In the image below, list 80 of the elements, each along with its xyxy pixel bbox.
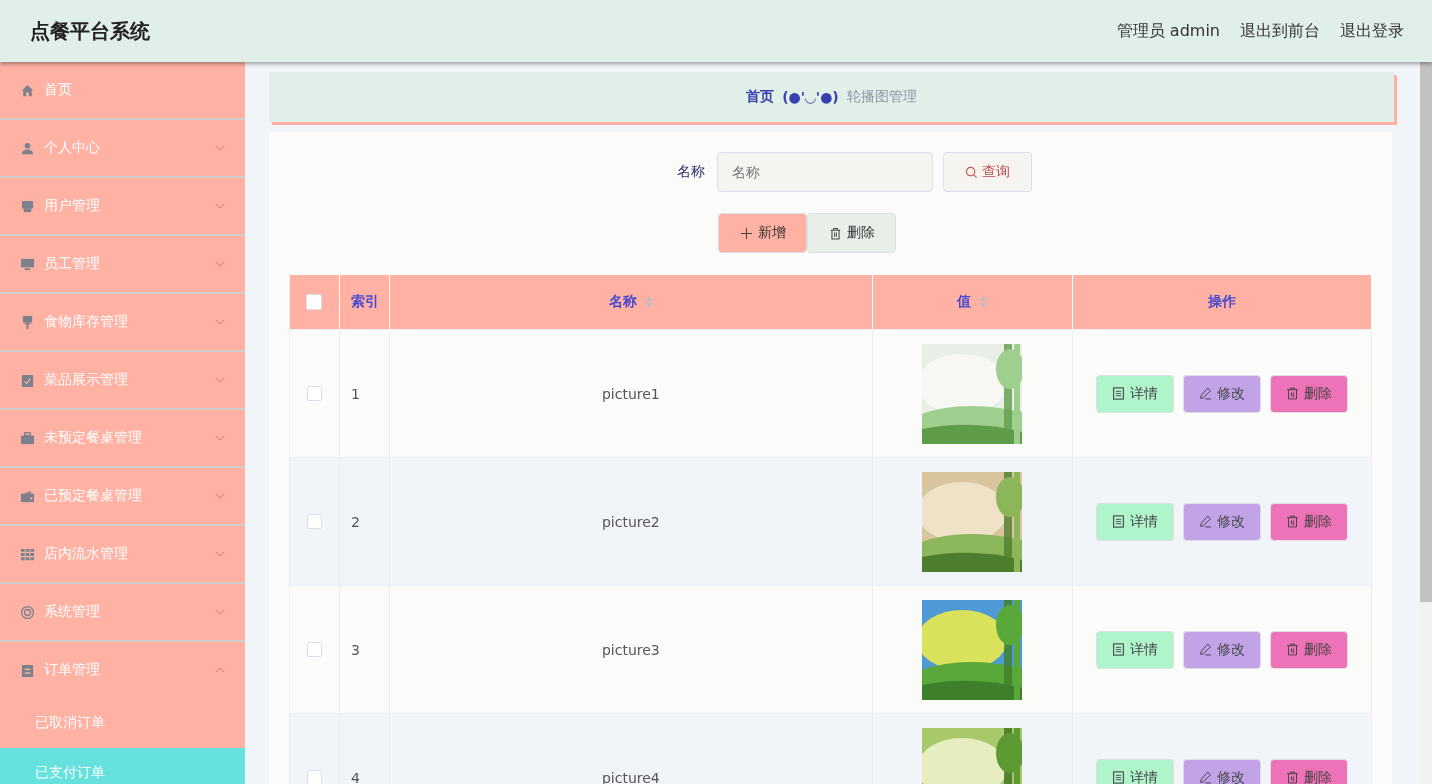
user-icon xyxy=(20,140,35,156)
details-button[interactable]: 详情 xyxy=(1095,630,1174,669)
document-icon xyxy=(1111,643,1125,656)
pencil-icon xyxy=(1198,643,1212,656)
edit-button[interactable]: 修改 xyxy=(1182,758,1261,784)
briefcase-icon xyxy=(20,430,35,446)
caret-icon xyxy=(215,435,225,441)
plus-icon xyxy=(739,226,753,240)
table-cell: 3 xyxy=(350,641,360,658)
search-button[interactable]: 查询 xyxy=(943,152,1032,192)
delete-button[interactable]: 删除 xyxy=(1269,502,1348,541)
caret-icon xyxy=(215,377,225,383)
header-link[interactable]: 退出登录 xyxy=(1340,20,1404,42)
delete-button[interactable]: 删除 xyxy=(1269,630,1348,669)
field-label: 名称 xyxy=(677,163,705,181)
edit-button[interactable]: 修改 xyxy=(1182,630,1261,669)
details-button[interactable]: 详情 xyxy=(1095,502,1174,541)
clipboard-icon xyxy=(20,372,35,388)
column-header[interactable]: 值 xyxy=(957,293,972,311)
details-button[interactable]: 详情 xyxy=(1095,374,1174,413)
breadcrumb-current: 轮播图管理 xyxy=(846,88,917,106)
trash-icon xyxy=(828,226,842,240)
caret-icon xyxy=(215,319,225,325)
trash-icon xyxy=(1285,643,1299,656)
trash-icon xyxy=(1285,387,1299,400)
caret-icon xyxy=(215,551,225,557)
delete-button[interactable]: 删除 xyxy=(807,213,896,253)
scrollbar[interactable] xyxy=(1420,62,1432,784)
monitor-icon xyxy=(20,256,35,272)
grid-icon xyxy=(20,546,35,562)
row-checkbox[interactable] xyxy=(306,386,322,401)
add-button[interactable]: 新增 xyxy=(718,213,807,253)
search-icon xyxy=(965,165,978,179)
sort-icon[interactable] xyxy=(644,296,653,308)
breadcrumb-separator: (●'◡'●) xyxy=(782,89,839,105)
column-header: 索引 xyxy=(350,293,379,311)
printer-icon xyxy=(20,198,35,214)
scrollbar-thumb[interactable] xyxy=(1420,62,1432,602)
caret-icon xyxy=(215,493,225,499)
pencil-icon xyxy=(1198,771,1212,784)
edit-button[interactable]: 修改 xyxy=(1182,374,1261,413)
table-cell: 1 xyxy=(350,385,360,402)
edit-button[interactable]: 修改 xyxy=(1182,502,1261,541)
breadcrumb-link[interactable]: 首页 xyxy=(746,88,775,106)
details-button[interactable]: 详情 xyxy=(1095,758,1174,784)
app-title: 点餐平台系统 xyxy=(30,17,150,45)
sort-icon[interactable] xyxy=(979,296,988,308)
search-field[interactable]: 名称 xyxy=(717,152,933,192)
ring-icon xyxy=(20,604,35,620)
delete-button[interactable]: 删除 xyxy=(1269,374,1348,413)
caret-icon xyxy=(215,261,225,267)
table-cell: picture2 xyxy=(601,513,660,530)
row-checkbox[interactable] xyxy=(306,642,322,657)
select-all-checkbox[interactable] xyxy=(306,294,323,310)
trash-icon xyxy=(1285,771,1299,784)
document-icon xyxy=(1111,515,1125,528)
user-label: 管理员 admin xyxy=(1116,20,1220,42)
caret-icon xyxy=(215,667,225,673)
pencil-icon xyxy=(1198,515,1212,528)
trash-icon xyxy=(1285,515,1299,528)
header-link[interactable]: 退出到前台 xyxy=(1240,20,1320,42)
table-cell: picture1 xyxy=(601,385,660,402)
document-icon xyxy=(1111,387,1125,400)
home-icon xyxy=(20,82,35,98)
doc-icon xyxy=(20,662,35,678)
caret-icon xyxy=(215,145,225,151)
delete-button[interactable]: 删除 xyxy=(1269,758,1348,784)
column-header: 操作 xyxy=(1207,293,1236,311)
table-cell: picture3 xyxy=(601,641,660,658)
document-icon xyxy=(1111,771,1125,784)
row-checkbox[interactable] xyxy=(306,770,322,784)
wallet-icon xyxy=(20,488,35,504)
caret-icon xyxy=(215,609,225,615)
column-header[interactable]: 名称 xyxy=(608,293,637,311)
table-cell: 2 xyxy=(350,513,360,530)
stand-icon xyxy=(20,314,35,330)
row-checkbox[interactable] xyxy=(306,514,322,529)
caret-icon xyxy=(215,203,225,209)
table-cell: 4 xyxy=(350,769,360,784)
pencil-icon xyxy=(1198,387,1212,400)
